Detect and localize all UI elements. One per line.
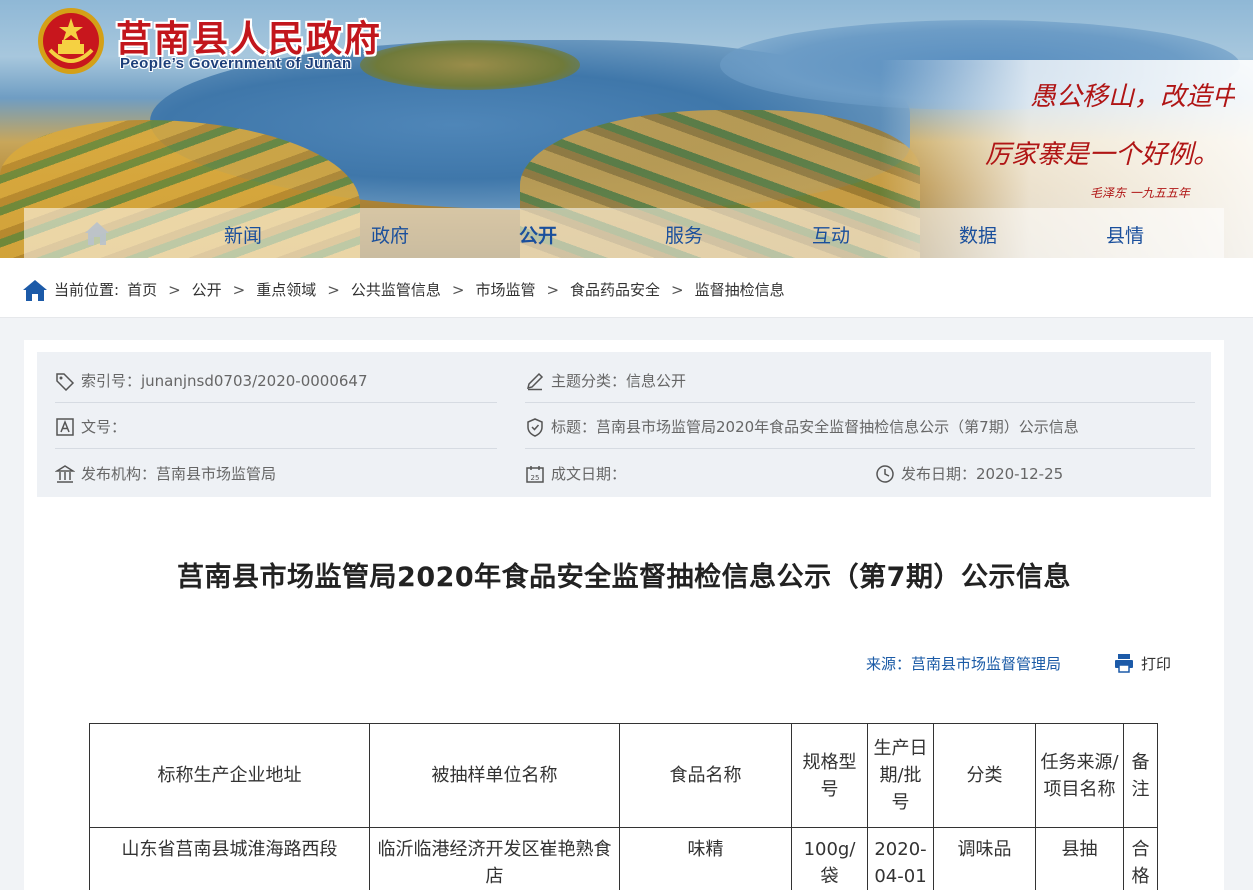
article-card: 索引号：junanjnsd0703/2020-0000647 主题分类：信息公开… <box>24 340 1224 890</box>
table-row: 山东省莒南县城淮海路西段 临沂临港经济开发区崔艳熟食店 味精 100g/袋 20… <box>89 827 1158 890</box>
meta-doc-no: 文号： <box>55 416 126 437</box>
tag-icon <box>56 372 75 391</box>
breadcrumb-link-key-areas[interactable]: 重点领域 <box>256 279 316 300</box>
nav-item-services[interactable]: 服务 <box>665 221 703 248</box>
svg-text:愚公移山，改造中国。: 愚公移山，改造中国。 <box>1030 82 1235 112</box>
table-header: 分类 <box>933 723 1036 828</box>
table-cell: 100g/袋 <box>791 827 868 890</box>
meta-topic: 主题分类：信息公开 <box>525 370 686 391</box>
inspection-table: 标称生产企业地址 被抽样单位名称 食品名称 规格型号 生产日期/批号 分类 任务… <box>89 723 1158 890</box>
meta-publisher: 发布机构：莒南县市场监管局 <box>55 463 276 484</box>
clock-icon <box>876 464 894 483</box>
divider <box>525 402 1195 403</box>
national-emblem-logo[interactable] <box>36 6 106 76</box>
print-button[interactable]: 打印 <box>1113 652 1171 674</box>
divider <box>55 402 497 403</box>
meta-written-date: 25 成文日期： <box>525 463 626 484</box>
document-meta-panel: 索引号：junanjnsd0703/2020-0000647 主题分类：信息公开… <box>37 352 1211 497</box>
table-header: 备注 <box>1123 723 1158 828</box>
svg-text:厉家寨是一个好例。: 厉家寨是一个好例。 <box>985 140 1219 170</box>
table-header-row: 标称生产企业地址 被抽样单位名称 食品名称 规格型号 生产日期/批号 分类 任务… <box>89 723 1158 828</box>
table-cell: 山东省莒南县城淮海路西段 <box>89 827 370 890</box>
printer-icon <box>1115 654 1133 673</box>
table-cell: 2020-04-01 <box>867 827 934 890</box>
svg-text:毛泽东 一九五五年: 毛泽东 一九五五年 <box>1090 186 1192 200</box>
table-cell: 县抽 <box>1035 827 1124 890</box>
breadcrumb-separator: > <box>327 280 340 299</box>
meta-index-no: 索引号：junanjnsd0703/2020-0000647 <box>55 370 368 391</box>
svg-text:25: 25 <box>531 474 540 482</box>
breadcrumb-link-public-supervision[interactable]: 公共监管信息 <box>351 279 441 300</box>
breadcrumb-link-inspection-info[interactable]: 监督抽检信息 <box>695 279 785 300</box>
divider <box>55 448 497 449</box>
table-header: 被抽样单位名称 <box>369 723 620 828</box>
shield-check-icon <box>527 417 543 437</box>
nav-item-disclosure[interactable]: 公开 <box>519 221 557 248</box>
nav-item-data[interactable]: 数据 <box>959 221 997 248</box>
table-cell: 临沂临港经济开发区崔艳熟食店 <box>369 827 620 890</box>
nav-item-news[interactable]: 新闻 <box>224 221 262 248</box>
doc-number-icon <box>56 417 74 436</box>
breadcrumb-separator: > <box>232 280 246 299</box>
nav-item-county-info[interactable]: 县情 <box>1106 221 1144 248</box>
article-title: 莒南县市场监管局2020年食品安全监督抽检信息公示（第7期）公示信息 <box>177 562 1071 593</box>
breadcrumb-separator: > <box>168 280 181 299</box>
building-icon <box>55 464 75 483</box>
header-banner: 莒南县人民政府 People’s Government of Junan 愚公移… <box>0 0 1253 258</box>
breadcrumb: 当前位置: 首页 > 公开 > 重点领域 > 公共监管信息 > 市场监管 > 食… <box>54 279 785 300</box>
breadcrumb-separator: > <box>546 280 560 299</box>
banner-island <box>360 40 580 90</box>
table-cell: 味精 <box>619 827 792 890</box>
edit-icon <box>526 372 544 390</box>
calligraphy-inscription: 愚公移山，改造中国。 厉家寨是一个好例。 毛泽东 一九五五年 <box>985 82 1235 200</box>
home-icon[interactable] <box>22 278 48 302</box>
site-subtitle: People’s Government of Junan <box>120 55 352 72</box>
breadcrumb-separator: > <box>671 280 684 299</box>
table-cell: 合格 <box>1123 827 1158 890</box>
breadcrumb-separator: > <box>451 280 465 299</box>
nav-item-government[interactable]: 政府 <box>371 221 409 248</box>
meta-publish-date: 发布日期：2020-12-25 <box>875 463 1063 484</box>
breadcrumb-prefix: 当前位置: <box>54 281 120 299</box>
breadcrumb-link-disclosure[interactable]: 公开 <box>192 279 222 300</box>
calendar-icon: 25 <box>526 465 544 483</box>
breadcrumb-link-food-drug-safety[interactable]: 食品药品安全 <box>570 279 660 300</box>
main-nav: 新闻 政府 公开 服务 互动 数据 县情 <box>24 208 1224 258</box>
breadcrumb-bar: 当前位置: 首页 > 公开 > 重点领域 > 公共监管信息 > 市场监管 > 食… <box>0 258 1253 318</box>
table-cell: 调味品 <box>933 827 1036 890</box>
breadcrumb-link-home[interactable]: 首页 <box>127 279 157 300</box>
table-header: 任务来源/项目名称 <box>1035 723 1124 828</box>
home-icon[interactable] <box>82 218 112 248</box>
breadcrumb-link-market-supervision[interactable]: 市场监管 <box>475 279 535 300</box>
table-header: 食品名称 <box>619 723 792 828</box>
divider <box>525 448 1195 449</box>
article-source: 来源：莒南县市场监督管理局 <box>866 655 1062 673</box>
nav-item-interaction[interactable]: 互动 <box>812 221 850 248</box>
table-header: 标称生产企业地址 <box>89 723 370 828</box>
table-header: 规格型号 <box>791 723 868 828</box>
table-header: 生产日期/批号 <box>867 723 934 828</box>
meta-title: 标题：莒南县市场监管局2020年食品安全监督抽检信息公示（第7期）公示信息 <box>525 416 1079 437</box>
